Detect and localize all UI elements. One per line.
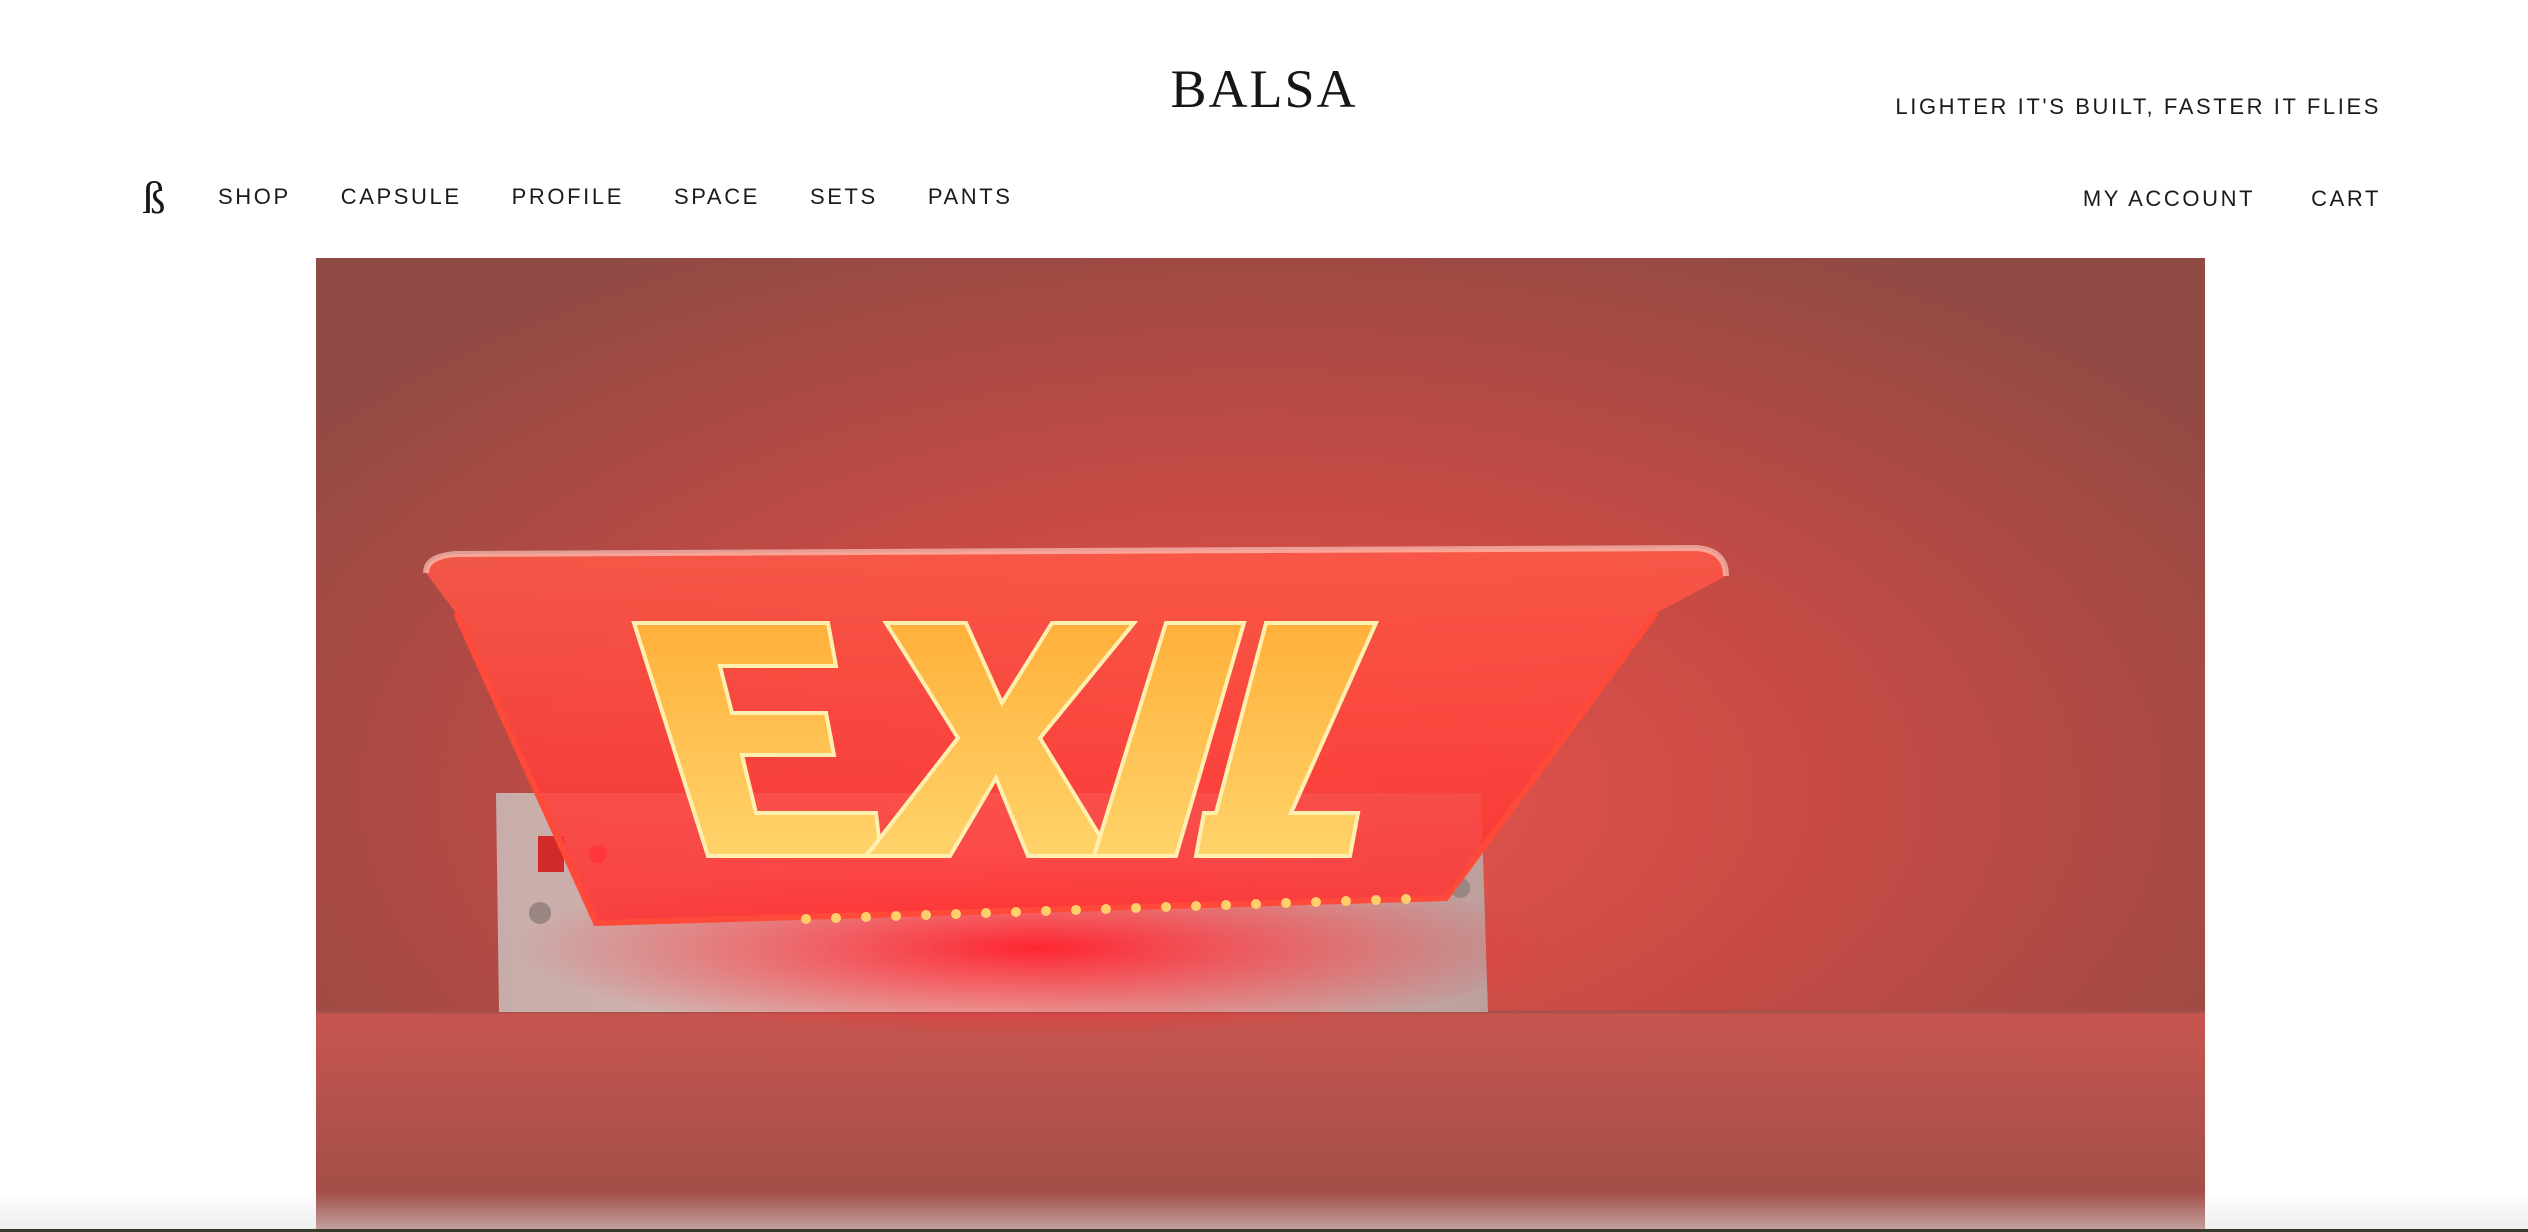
nav-item-profile[interactable]: PROFILE xyxy=(512,184,624,210)
nav-item-shop[interactable]: SHOP xyxy=(218,184,291,210)
cart-link[interactable]: CART xyxy=(2311,186,2381,212)
nav-item-pants[interactable]: PANTS xyxy=(928,184,1013,210)
account-nav: MY ACCOUNT CART xyxy=(2083,186,2381,212)
hero-image xyxy=(316,258,2205,1232)
main-nav: ß SHOP CAPSULE PROFILE SPACE SETS PANTS xyxy=(134,172,1063,223)
nav-item-capsule[interactable]: CAPSULE xyxy=(341,184,462,210)
brand-mark-icon[interactable]: ß xyxy=(134,172,174,223)
exit-sign-illustration xyxy=(316,258,2205,1232)
nav-item-sets[interactable]: SETS xyxy=(810,184,878,210)
page: BALSA LIGHTER IT'S BUILT, FASTER IT FLIE… xyxy=(0,0,2528,1232)
tagline: LIGHTER IT'S BUILT, FASTER IT FLIES xyxy=(1895,94,2381,119)
my-account-link[interactable]: MY ACCOUNT xyxy=(2083,186,2255,212)
site-header: BALSA LIGHTER IT'S BUILT, FASTER IT FLIE… xyxy=(0,0,2528,258)
nav-item-space[interactable]: SPACE xyxy=(674,184,760,210)
